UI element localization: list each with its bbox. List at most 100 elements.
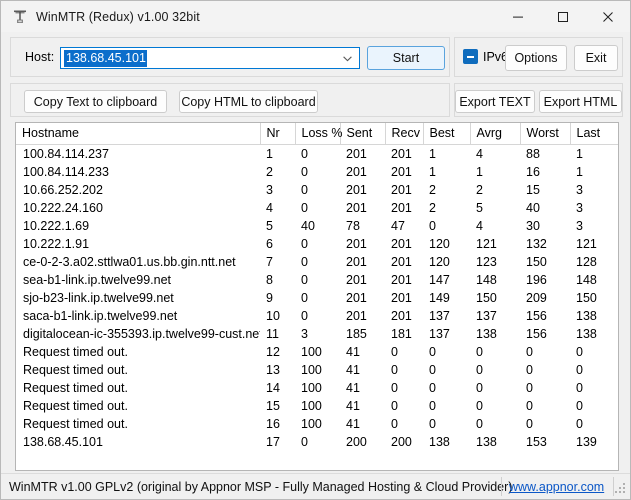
cell-recv: 201 <box>391 236 412 251</box>
cell-recv: 201 <box>391 308 412 323</box>
cell-last: 0 <box>576 344 583 359</box>
cell-sent: 201 <box>346 236 367 251</box>
cell-recv: 181 <box>391 326 412 341</box>
cell-loss: 0 <box>301 254 308 269</box>
cell-recv: 0 <box>391 362 398 377</box>
cell-recv: 201 <box>391 164 412 179</box>
cell-sent: 200 <box>346 434 367 449</box>
status-link-cell[interactable]: www.appnor.com <box>509 474 613 499</box>
table-row[interactable]: 10.222.1.91 6 0 201 201 120 121 132 121 <box>16 235 618 253</box>
cell-loss: 0 <box>301 272 308 287</box>
table-row[interactable]: Request timed out. 14 100 41 0 0 0 0 0 <box>16 379 618 397</box>
cell-hostname: 100.84.114.233 <box>23 164 109 179</box>
cell-worst: 0 <box>526 416 533 431</box>
export-text-button[interactable]: Export TEXT <box>455 90 535 113</box>
cell-hostname: 10.222.1.69 <box>23 218 90 233</box>
maximize-button[interactable] <box>540 1 585 32</box>
column-header-hostname[interactable]: Hostname <box>16 123 261 145</box>
export-panel: Export TEXT Export HTML <box>454 83 623 117</box>
table-header: Hostname Nr Loss % Sent Recv Best Avrg Worst Las… <box>16 123 618 145</box>
table-row[interactable]: 10.66.252.202 3 0 201 201 2 2 15 3 <box>16 181 618 199</box>
cell-avrg: 2 <box>476 182 483 197</box>
table-row[interactable]: 100.84.114.237 1 0 201 201 1 4 88 1 <box>16 145 618 163</box>
table-row[interactable]: Request timed out. 13 100 41 0 0 0 0 0 <box>16 361 618 379</box>
cell-loss: 100 <box>301 362 322 377</box>
start-button[interactable]: Start <box>367 46 445 70</box>
cell-best: 137 <box>429 326 450 341</box>
column-header-avrg[interactable]: Avrg <box>470 123 521 145</box>
cell-best: 0 <box>429 398 436 413</box>
export-html-button[interactable]: Export HTML <box>539 90 622 113</box>
cell-last: 139 <box>576 434 597 449</box>
column-header-last[interactable]: Last <box>570 123 618 145</box>
cell-hostname: sea-b1-link.ip.twelve99.net <box>23 272 171 287</box>
results-table-container[interactable]: Hostname Nr Loss % Sent Recv Best Avrg Worst Las… <box>15 122 619 471</box>
cell-best: 1 <box>429 146 436 161</box>
table-row[interactable]: Request timed out. 16 100 41 0 0 0 0 0 <box>16 415 618 433</box>
host-label: Host: <box>25 50 55 64</box>
cell-nr: 10 <box>266 308 280 323</box>
table-row[interactable]: Request timed out. 12 100 41 0 0 0 0 0 <box>16 343 618 361</box>
table-row[interactable]: ce-0-2-3.a02.sttlwa01.us.bb.gin.ntt.net 7… <box>16 253 618 271</box>
exit-button[interactable]: Exit <box>574 45 618 71</box>
resize-grip[interactable] <box>614 483 627 496</box>
results-table: Hostname Nr Loss % Sent Recv Best Avrg Worst Las… <box>16 123 618 451</box>
column-header-sent[interactable]: Sent <box>340 123 386 145</box>
table-row[interactable]: sjo-b23-link.ip.twelve99.net 9 0 201 201 149 1… <box>16 289 618 307</box>
cell-recv: 0 <box>391 344 398 359</box>
title-bar[interactable]: WinMTR (Redux) v1.00 32bit <box>1 1 630 32</box>
copy-text-button[interactable]: Copy Text to clipboard <box>24 90 167 113</box>
cell-last: 0 <box>576 416 583 431</box>
cell-hostname: Request timed out. <box>23 380 128 395</box>
cell-loss: 0 <box>301 236 308 251</box>
cell-avrg: 0 <box>476 380 483 395</box>
table-row[interactable]: 10.222.1.69 5 40 78 47 0 4 30 3 <box>16 217 618 235</box>
column-header-loss[interactable]: Loss % <box>295 123 343 145</box>
cell-last: 3 <box>576 200 583 215</box>
cell-worst: 150 <box>526 254 547 269</box>
cell-avrg: 4 <box>476 146 483 161</box>
cell-last: 1 <box>576 146 583 161</box>
cell-worst: 132 <box>526 236 547 251</box>
cell-worst: 209 <box>526 290 547 305</box>
close-button[interactable] <box>585 1 630 32</box>
table-row[interactable]: Request timed out. 15 100 41 0 0 0 0 0 <box>16 397 618 415</box>
cell-hostname: sjo-b23-link.ip.twelve99.net <box>23 290 174 305</box>
host-input[interactable]: 138.68.45.101 <box>64 49 147 67</box>
table-row[interactable]: 138.68.45.101 17 0 200 200 138 138 153 139 <box>16 433 618 451</box>
cell-last: 0 <box>576 398 583 413</box>
table-body: 100.84.114.237 1 0 201 201 1 4 88 1 100.84.114.23… <box>16 145 618 451</box>
cell-best: 0 <box>429 362 436 377</box>
cell-recv: 201 <box>391 272 412 287</box>
options-button[interactable]: Options <box>505 45 567 71</box>
cell-worst: 30 <box>526 218 540 233</box>
ipv6-checkbox[interactable] <box>463 49 478 64</box>
cell-sent: 41 <box>346 416 360 431</box>
cell-loss: 0 <box>301 146 308 161</box>
cell-loss: 100 <box>301 380 322 395</box>
ipv6-checkbox-group[interactable]: IPv6 <box>463 49 508 64</box>
column-header-worst[interactable]: Worst <box>520 123 571 145</box>
cell-avrg: 4 <box>476 218 483 233</box>
column-header-nr[interactable]: Nr <box>260 123 296 145</box>
winmtr-window: WinMTR (Redux) v1.00 32bit Host: 138.68.… <box>0 0 631 500</box>
copy-html-button[interactable]: Copy HTML to clipboard <box>179 90 318 113</box>
table-row[interactable]: saca-b1-link.ip.twelve99.net 10 0 201 201 137… <box>16 307 618 325</box>
chevron-down-icon[interactable] <box>342 48 353 68</box>
host-combobox[interactable]: 138.68.45.101 <box>60 47 360 69</box>
table-row[interactable]: digitalocean-ic-355393.ip.twelve99-cust.… <box>16 325 618 343</box>
cell-hostname: digitalocean-ic-355393.ip.twelve99-cust.… <box>23 326 260 341</box>
table-row[interactable]: 100.84.114.233 2 0 201 201 1 1 16 1 <box>16 163 618 181</box>
table-row[interactable]: 10.222.24.160 4 0 201 201 2 5 40 3 <box>16 199 618 217</box>
column-header-best[interactable]: Best <box>423 123 471 145</box>
cell-nr: 14 <box>266 380 280 395</box>
window-title: WinMTR (Redux) v1.00 32bit <box>36 9 200 24</box>
cell-worst: 0 <box>526 344 533 359</box>
antenna-icon <box>11 8 29 26</box>
appnor-link[interactable]: www.appnor.com <box>509 480 604 494</box>
cell-last: 1 <box>576 164 583 179</box>
minimize-button[interactable] <box>495 1 540 32</box>
cell-sent: 41 <box>346 344 360 359</box>
table-row[interactable]: sea-b1-link.ip.twelve99.net 8 0 201 201 147 14… <box>16 271 618 289</box>
column-header-recv[interactable]: Recv <box>385 123 424 145</box>
